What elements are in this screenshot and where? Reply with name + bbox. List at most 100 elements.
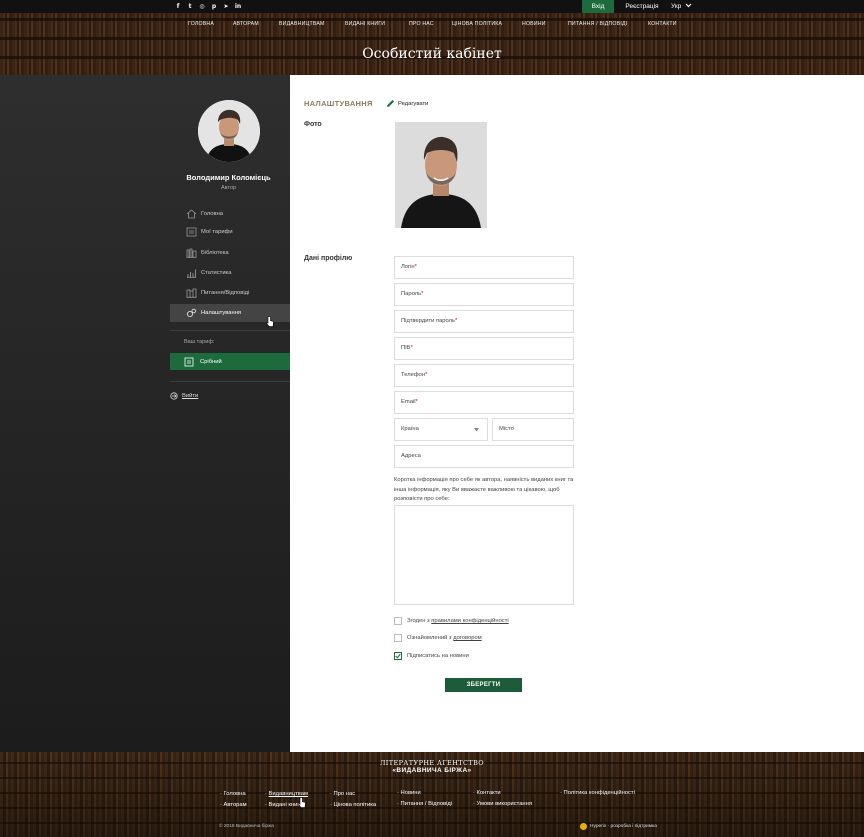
city-field[interactable]: Місто xyxy=(492,418,574,441)
sidebar-item-label: Головна xyxy=(201,211,224,217)
settings-icon xyxy=(185,308,197,318)
contract-link[interactable]: договором xyxy=(453,635,482,641)
tariffs-icon xyxy=(185,227,197,237)
confirm-password-placeholder: Підтвердити пароль xyxy=(401,318,456,324)
footer-link-label: Цінова політика xyxy=(333,802,377,808)
sidebar-item-faq[interactable]: Питання/Відповіді xyxy=(170,284,290,302)
password-field[interactable]: Пароль* xyxy=(394,283,574,306)
phone-field[interactable]: Телефон* xyxy=(394,364,574,387)
footer-link-contacts[interactable]: · Контакти xyxy=(473,790,501,796)
logout-label: Вийти xyxy=(182,393,199,399)
login-placeholder: Логін xyxy=(401,264,415,270)
news-checkbox[interactable]: Підписатись на новини xyxy=(394,652,469,660)
home-icon xyxy=(185,209,197,219)
required-mark: * xyxy=(455,318,458,324)
fullname-placeholder: ПІБ xyxy=(401,345,411,351)
save-button[interactable]: ЗБЕРЕГТИ xyxy=(445,678,522,692)
required-mark: * xyxy=(425,372,428,378)
tariff-label: Ваш тариф: xyxy=(184,339,215,345)
books-icon xyxy=(185,288,197,298)
footer-link-label: Питання / Відповіді xyxy=(400,801,453,807)
email-field[interactable]: Email* xyxy=(394,391,574,414)
footer-link-label: Контакти xyxy=(476,790,501,796)
sidebar-item-library[interactable]: Бібліотека xyxy=(170,244,290,262)
country-placeholder: Країна xyxy=(401,426,419,432)
developer-logo-icon xyxy=(580,823,587,830)
library-icon xyxy=(185,248,197,258)
footer-link-privacy[interactable]: · Політика конфіденційності xyxy=(560,790,635,796)
pencil-icon xyxy=(387,100,394,107)
footer-logo-line2: «ВИДАВНИЧА БІРЖА» xyxy=(392,767,472,774)
edit-button[interactable]: Редагувати xyxy=(386,99,428,108)
logout-link[interactable]: Вийти xyxy=(170,392,198,400)
confirm-password-field[interactable]: Підтвердити пароль* xyxy=(394,310,574,333)
about-hint: Коротка інформація про себе як автора, н… xyxy=(394,477,574,502)
nav-about[interactable]: ПРО НАС xyxy=(409,21,434,27)
developer-link[interactable]: Hyperix · розробка і підтримка xyxy=(580,823,657,830)
address-placeholder: Адреса xyxy=(401,453,421,459)
contract-checkbox[interactable]: Ознайомлений з договором xyxy=(394,634,482,642)
privacy-link[interactable]: правилами конфіденційності xyxy=(431,618,508,624)
about-textarea[interactable] xyxy=(394,505,574,605)
divider xyxy=(170,330,290,331)
sidebar-item-tariffs[interactable]: Мої тарифи xyxy=(170,223,290,241)
news-label: Підписатись на новини xyxy=(407,653,469,659)
footer-link-authors[interactable]: · Авторам xyxy=(220,802,247,808)
login-button[interactable]: Вхід xyxy=(582,0,614,13)
mouse-cursor-icon xyxy=(298,797,306,808)
password-placeholder: Пароль xyxy=(401,291,422,297)
checkbox[interactable] xyxy=(394,634,402,642)
nav-home[interactable]: ГОЛОВНА xyxy=(188,21,214,27)
nav-contacts[interactable]: КОНТАКТИ xyxy=(648,21,677,27)
page-title: Особистий кабінет xyxy=(362,46,502,62)
instagram-icon[interactable]: ◎ xyxy=(198,2,206,11)
fullname-field[interactable]: ПІБ* xyxy=(394,337,574,360)
site-footer: ЛІТЕРАТУРНЕ АГЕНТСТВО «ВИДАВНИЧА БІРЖА» … xyxy=(0,752,864,837)
main-nav: ГОЛОВНА АВТОРАМ ВИДАВНИЦТВАМ ВИДАНІ КНИГ… xyxy=(0,13,864,33)
footer-link-about[interactable]: · Про нас xyxy=(330,791,355,797)
linkedin-icon[interactable]: in xyxy=(234,2,242,11)
photo-label: Фото xyxy=(304,121,322,128)
address-field[interactable]: Адреса xyxy=(394,445,574,468)
checkbox-checked[interactable] xyxy=(394,652,402,660)
site-header: f t ◎ p ➤ in Вхід Реєстрація Укр ГОЛОВНА… xyxy=(0,0,864,75)
current-tariff[interactable]: Срібний xyxy=(170,353,290,370)
sidebar-item-home[interactable]: Головна xyxy=(170,205,290,223)
avatar xyxy=(198,100,260,162)
nav-authors[interactable]: АВТОРАМ xyxy=(233,21,259,27)
required-mark: * xyxy=(410,345,413,351)
sidebar-item-label: Мої тарифи xyxy=(201,229,233,235)
required-mark: * xyxy=(415,399,418,405)
nav-faq[interactable]: ПИТАННЯ / ВІДПОВІДІ xyxy=(568,21,627,27)
pinterest-icon[interactable]: p xyxy=(210,2,218,11)
footer-link-terms[interactable]: · Умови використання xyxy=(473,801,532,807)
telegram-icon[interactable]: ➤ xyxy=(222,2,230,11)
social-links: f t ◎ p ➤ in xyxy=(174,2,242,11)
sidebar-item-label: Питання/Відповіді xyxy=(201,290,250,296)
sidebar-item-settings[interactable]: Налаштування xyxy=(170,304,290,327)
nav-publishers[interactable]: ВИДАВНИЦТВАМ xyxy=(279,21,325,27)
footer-link-label: Головна xyxy=(223,791,246,797)
profile-data-label: Дані профілю xyxy=(304,255,353,262)
language-value: Укр xyxy=(671,3,682,10)
footer-link-pricing[interactable]: · Цінова політика xyxy=(330,802,376,808)
nav-pricing[interactable]: ЦІНОВА ПОЛІТИКА xyxy=(452,21,502,27)
sidebar-item-statistics[interactable]: Статистика xyxy=(170,264,290,282)
nav-news[interactable]: НОВИНИ xyxy=(522,21,546,27)
language-select[interactable]: Укр xyxy=(671,0,692,13)
privacy-checkbox[interactable]: Згоден з правилами конфіденційності xyxy=(394,617,509,625)
twitter-icon[interactable]: t xyxy=(186,2,194,11)
facebook-icon[interactable]: f xyxy=(174,2,182,11)
footer-link-faq[interactable]: · Питання / Відповіді xyxy=(397,801,452,807)
chevron-down-icon xyxy=(474,428,479,432)
country-select[interactable]: Країна xyxy=(394,418,488,441)
checkbox[interactable] xyxy=(394,617,402,625)
profile-photo[interactable] xyxy=(395,122,487,228)
nav-books[interactable]: ВИДАНІ КНИГИ xyxy=(345,21,385,27)
footer-link-label: Політика конфіденційності xyxy=(563,790,635,796)
footer-link-home[interactable]: · Головна xyxy=(220,791,246,797)
register-button[interactable]: Реєстрація xyxy=(620,0,664,13)
footer-link-news[interactable]: · Новини xyxy=(397,790,421,796)
footer-link-label: Новини xyxy=(400,790,421,796)
login-field[interactable]: Логін* xyxy=(394,256,574,279)
